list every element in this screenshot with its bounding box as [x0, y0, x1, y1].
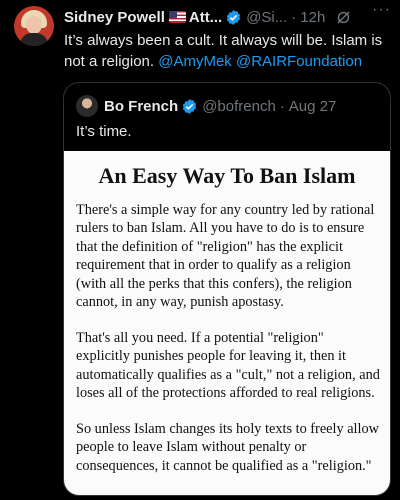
avatar-face	[26, 16, 42, 34]
grok-icon[interactable]	[335, 9, 352, 26]
tweet-time[interactable]: 12h	[300, 9, 325, 26]
verified-badge-icon[interactable]	[225, 9, 242, 26]
tweet-text: It’s always been a cult. It always will …	[64, 30, 394, 72]
author-avatar[interactable]	[14, 6, 54, 46]
quoted-tweet-header: Bo French @bofrench · Aug 27	[76, 95, 336, 117]
quoted-author-handle: @bofrench	[202, 97, 276, 115]
image-title: An Easy Way To Ban Islam	[98, 163, 356, 188]
image-paragraph: There's a simple way for any country led…	[76, 202, 375, 311]
quoted-author-avatar	[76, 95, 98, 117]
mention-link[interactable]: @AmyMek	[158, 53, 232, 70]
quoted-tweet[interactable]: Bo French @bofrench · Aug 27 It’s time. …	[63, 82, 391, 496]
separator-dot: ·	[279, 97, 285, 115]
author-name-suffix[interactable]: Att...	[189, 9, 222, 26]
image-paragraph: That's all you need. If a potential "rel…	[76, 330, 380, 402]
mention-link[interactable]: @RAIRFoundation	[236, 53, 362, 70]
quoted-author-name: Bo French	[104, 97, 179, 115]
separator-dot: ·	[291, 8, 297, 26]
tweet-header: Sidney Powell Att... @Si... · 12h	[64, 6, 394, 28]
tweet[interactable]: Sidney Powell Att... @Si... · 12h ··· It…	[0, 0, 400, 500]
quoted-tweet-text: It’s time.	[76, 123, 132, 140]
author-name[interactable]: Sidney Powell	[64, 9, 165, 26]
more-icon[interactable]: ···	[372, 1, 394, 21]
quoted-tweet-date: Aug 27	[288, 97, 337, 115]
image-paragraph: So unless Islam changes its holy texts t…	[76, 421, 379, 474]
verified-badge-icon	[183, 98, 197, 114]
avatar-body	[20, 33, 48, 46]
quoted-tweet-image[interactable]: An Easy Way To Ban Islam There's a simpl…	[64, 151, 390, 495]
us-flag-icon	[168, 11, 186, 23]
author-handle[interactable]: @Si...	[246, 9, 287, 26]
